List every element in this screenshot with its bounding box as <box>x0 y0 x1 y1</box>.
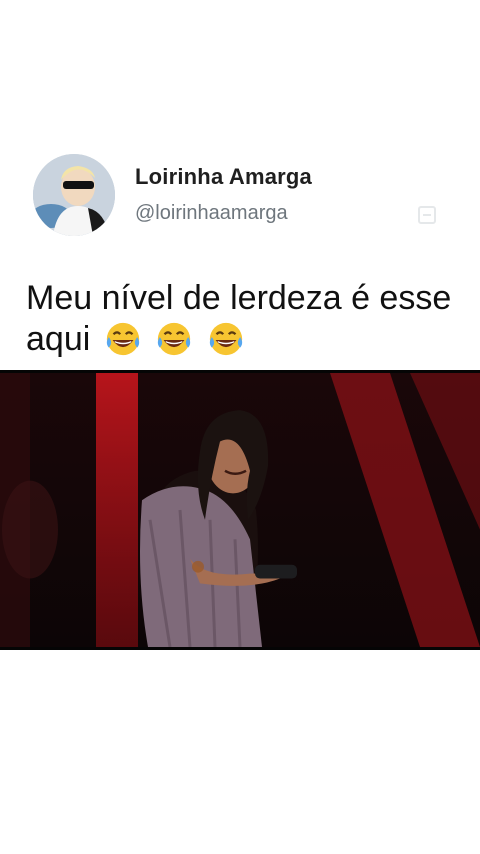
share-icon[interactable] <box>418 206 436 224</box>
tweet-screenshot: Loirinha Amarga @loirinhaamarga Meu níve… <box>0 0 480 854</box>
laughing-emoji-icon <box>158 322 191 356</box>
avatar-image <box>33 154 115 236</box>
tweet-header: Loirinha Amarga @loirinhaamarga <box>30 152 450 238</box>
display-name[interactable]: Loirinha Amarga <box>135 164 312 190</box>
video-player[interactable] <box>0 370 480 650</box>
video-frame <box>0 373 480 647</box>
user-handle[interactable]: @loirinhaamarga <box>135 202 288 225</box>
emoji-row <box>100 320 245 362</box>
laughing-emoji-icon <box>209 322 242 356</box>
tweet-body: Meu nível de lerdeza é esse aqui <box>26 278 466 362</box>
laughing-emoji-icon <box>106 322 139 356</box>
avatar[interactable] <box>33 154 115 236</box>
